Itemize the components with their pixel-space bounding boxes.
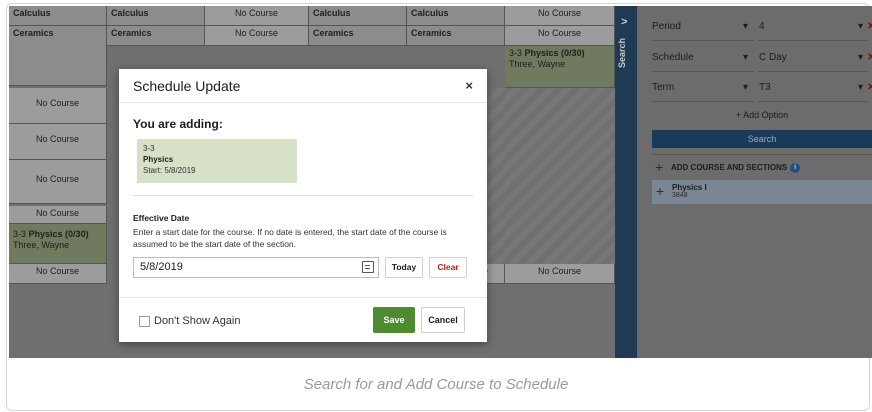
grid-cell[interactable]: No Course <box>505 26 615 46</box>
dont-show-again-label[interactable]: Don't Show Again <box>154 315 241 327</box>
card-course: Physics <box>143 155 174 164</box>
course-code: 3-3 <box>509 48 523 58</box>
caret-down-icon: ▾ <box>742 52 748 63</box>
grid-cell[interactable]: Ceramics <box>9 26 107 86</box>
calendar-icon[interactable] <box>362 261 374 273</box>
filter-field-label[interactable]: Period ▾ <box>652 21 754 41</box>
card-section: 3-3 <box>143 144 155 153</box>
search-tab-label: Search <box>617 38 627 69</box>
grid-cell[interactable]: Ceramics <box>407 26 505 46</box>
search-result-row[interactable]: + Physics I 3848 <box>652 180 872 204</box>
grid-cell[interactable]: Calculus <box>9 6 107 26</box>
effective-date-help: Enter a start date for the course. If no… <box>133 227 447 249</box>
figure-caption: Search for and Add Course to Schedule <box>303 376 569 393</box>
save-button[interactable]: Save <box>373 307 415 333</box>
search-panel: Period ▾ 4 ▾ ✕ Schedule ▾ C Day ▾ ✕ Term… <box>637 6 872 358</box>
grid-cell[interactable]: No Course <box>505 264 615 284</box>
filter-value-select[interactable]: 4 ▾ <box>759 21 867 41</box>
grid-cell[interactable]: No Course <box>9 124 107 160</box>
plus-icon[interactable]: + <box>656 183 664 199</box>
remove-filter-icon[interactable]: ✕ <box>867 52 872 63</box>
plus-icon[interactable]: + <box>655 159 663 175</box>
filter-value-select[interactable]: C Day ▾ <box>759 52 867 72</box>
divider <box>652 154 872 155</box>
chevron-right-icon[interactable]: > <box>621 16 627 28</box>
effective-date-input[interactable]: 5/8/2019 <box>133 257 379 278</box>
caret-down-icon: ▾ <box>742 21 748 32</box>
schedule-update-dialog: Schedule Update × You are adding: 3-3 Ph… <box>119 69 487 342</box>
dont-show-again-checkbox[interactable] <box>139 316 150 327</box>
filter-field-label[interactable]: Schedule ▾ <box>652 52 754 72</box>
caret-down-icon: ▾ <box>742 82 748 93</box>
dialog-header: Schedule Update × <box>119 69 487 103</box>
search-button[interactable]: Search <box>652 130 872 148</box>
remove-filter-icon[interactable]: ✕ <box>867 82 872 93</box>
caret-down-icon: ▾ <box>857 82 863 93</box>
card-start: Start: 5/8/2019 <box>143 166 196 175</box>
grid-cell[interactable]: No Course <box>9 206 107 224</box>
clear-button[interactable]: Clear <box>429 257 467 278</box>
dialog-title: Schedule Update <box>133 78 241 94</box>
course-name: Physics (0/30) <box>28 229 89 239</box>
grid-cell[interactable]: No Course <box>205 6 309 26</box>
course-teacher: Three, Wayne <box>509 59 566 69</box>
info-icon[interactable]: i <box>790 163 801 173</box>
grid-cell[interactable]: No Course <box>9 88 107 124</box>
app-screenshot: Calculus Calculus No Course Calculus Cal… <box>9 6 872 358</box>
course-card: 3-3 Physics Start: 5/8/2019 <box>137 139 297 183</box>
filter-field-label[interactable]: Term ▾ <box>652 82 754 102</box>
grid-cell[interactable]: Calculus <box>407 6 505 26</box>
caret-down-icon: ▾ <box>857 21 863 32</box>
grid-cell[interactable]: Ceramics <box>107 26 205 46</box>
add-option-button[interactable]: + Add Option <box>652 110 872 120</box>
grid-cell[interactable]: Calculus <box>309 6 407 26</box>
dialog-footer: Don't Show Again Save Cancel <box>119 297 487 342</box>
close-icon[interactable]: × <box>465 78 473 93</box>
search-tab[interactable]: > Search <box>615 6 637 358</box>
remove-filter-icon[interactable]: ✕ <box>867 21 872 32</box>
grid-cell[interactable]: Ceramics <box>309 26 407 46</box>
grid-cell[interactable]: No Course <box>205 26 309 46</box>
course-block[interactable]: 3-3 Physics (0/30) Three, Wayne <box>505 46 615 88</box>
grid-cell[interactable]: No Course <box>9 160 107 204</box>
adding-heading: You are adding: <box>133 117 223 131</box>
add-course-sections-link[interactable]: ADD COURSE AND SECTIONS i <box>671 163 801 173</box>
result-course-number: 3848 <box>672 192 688 199</box>
filter-value-select[interactable]: T3 ▾ <box>759 82 867 102</box>
effective-date-label: Effective Date <box>133 213 190 223</box>
empty-slot <box>505 88 615 266</box>
grid-cell[interactable]: No Course <box>9 264 107 284</box>
grid-cell[interactable]: No Course <box>505 6 615 26</box>
grid-cell[interactable]: Calculus <box>107 6 205 26</box>
caret-down-icon: ▾ <box>857 52 863 63</box>
course-teacher: Three, Wayne <box>13 240 70 250</box>
cancel-button[interactable]: Cancel <box>421 307 465 333</box>
today-button[interactable]: Today <box>385 257 423 278</box>
course-code: 3-3 <box>13 229 27 239</box>
result-course-name: Physics I <box>672 183 707 192</box>
course-name: Physics (0/30) <box>524 48 585 58</box>
course-block[interactable]: 3-3 Physics (0/30) Three, Wayne <box>9 224 107 264</box>
divider <box>133 195 473 196</box>
